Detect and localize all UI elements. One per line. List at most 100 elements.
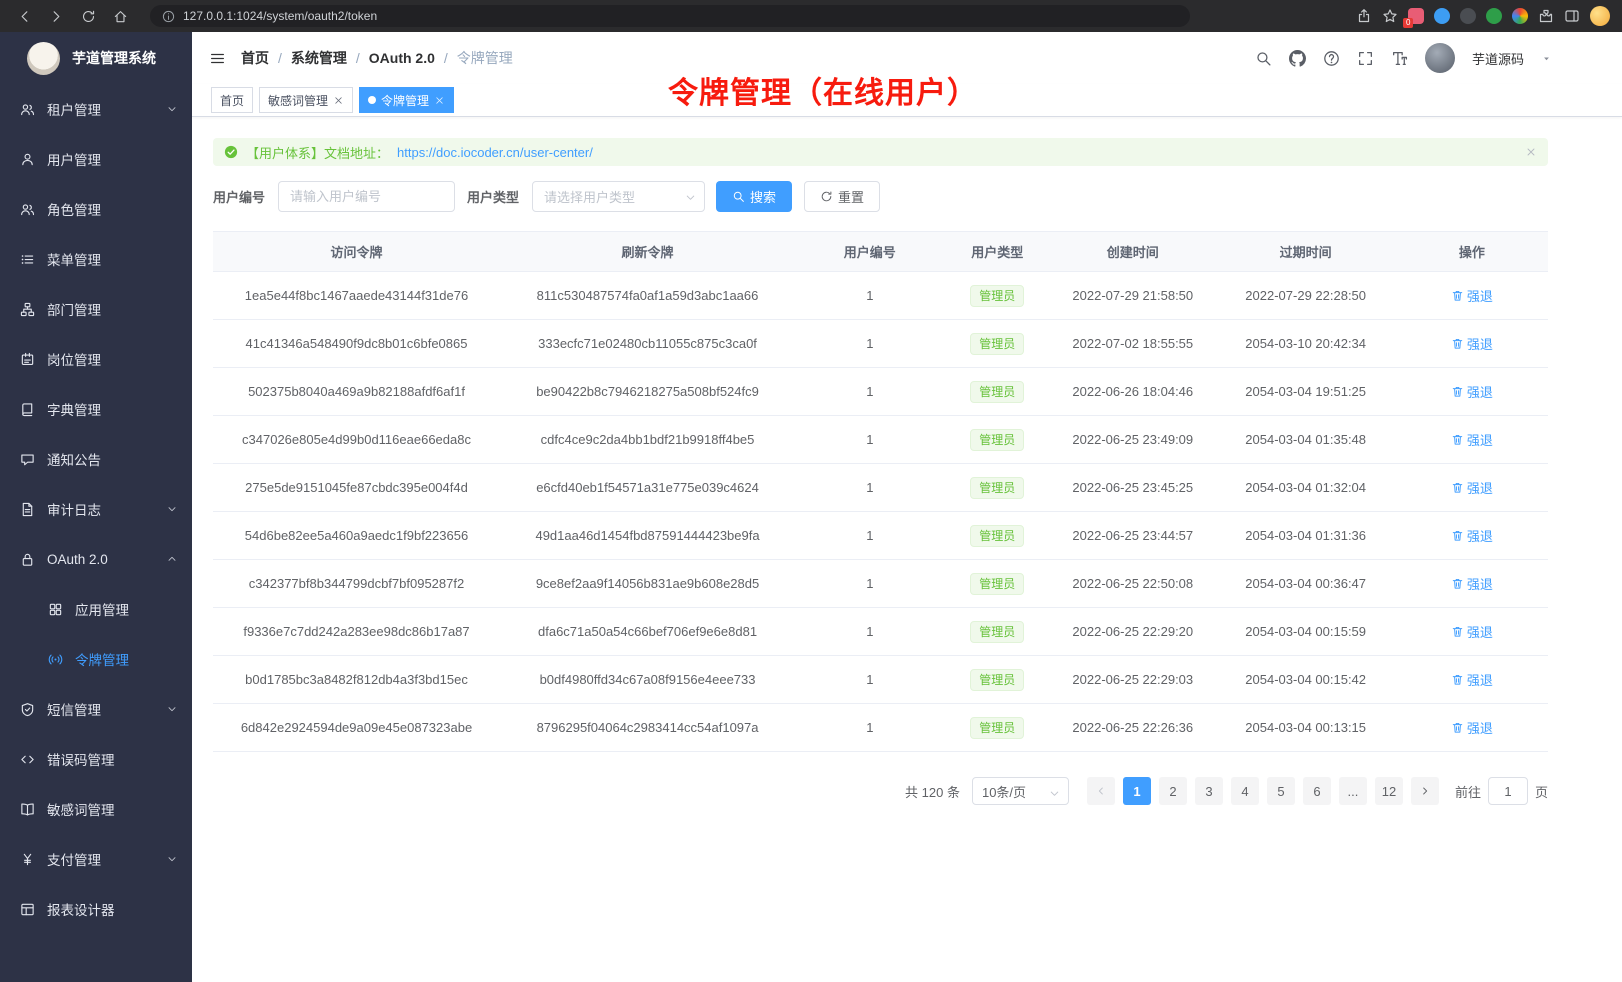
extension-blue-icon[interactable]	[1434, 8, 1450, 24]
pagination-page-button[interactable]: 2	[1159, 777, 1187, 805]
user-id-input[interactable]	[278, 181, 455, 212]
extension-green-icon[interactable]	[1486, 8, 1502, 24]
cell-refresh-token: 9ce8ef2aa9f14056b831ae9b608e28d5	[500, 560, 795, 608]
cell-user-type: 管理员	[945, 368, 1050, 416]
view-tab[interactable]: 首页	[211, 87, 253, 113]
sidebar-item-sensitive-word[interactable]: 敏感词管理	[0, 784, 192, 834]
pagination-prev-button[interactable]	[1087, 777, 1115, 805]
sidebar-item-oauth2-app[interactable]: 应用管理	[0, 584, 192, 634]
force-logout-button[interactable]: 强退	[1451, 574, 1493, 593]
sidebar-toggle-button[interactable]	[209, 50, 226, 67]
sidebar-item-dict[interactable]: 字典管理	[0, 384, 192, 434]
delete-icon	[1451, 721, 1464, 734]
view-tab[interactable]: 令牌管理	[359, 87, 454, 113]
side-panel-icon[interactable]	[1564, 8, 1580, 24]
pagination-page-button[interactable]: 1	[1123, 777, 1151, 805]
sidebar-item-dept[interactable]: 部门管理	[0, 284, 192, 334]
pagination-page-button[interactable]: 12	[1375, 777, 1403, 805]
sidebar-item-sms[interactable]: 短信管理	[0, 684, 192, 734]
forward-button[interactable]	[44, 4, 68, 28]
breadcrumb-item[interactable]: OAuth 2.0	[369, 50, 435, 66]
breadcrumb-item[interactable]: 系统管理	[291, 48, 347, 68]
force-logout-button[interactable]: 强退	[1451, 286, 1493, 305]
sidebar-item-label: 审计日志	[47, 499, 154, 519]
sidebar-item-error-code[interactable]: 错误码管理	[0, 734, 192, 784]
caret-down-icon[interactable]	[1541, 53, 1552, 64]
pagination: 共 120 条 10条/页 123456...12 前往 页	[213, 777, 1548, 805]
cell-user-id: 1	[795, 464, 945, 512]
share-icon[interactable]	[1356, 8, 1372, 24]
table-row: f9336e7c7dd242a283ee98dc86b17a87dfa6c71a…	[213, 608, 1548, 656]
force-logout-button[interactable]: 强退	[1451, 430, 1493, 449]
url-bar[interactable]: 127.0.0.1:1024/system/oauth2/token	[150, 5, 1190, 27]
font-size-icon[interactable]	[1391, 50, 1408, 67]
force-logout-button[interactable]: 强退	[1451, 622, 1493, 641]
close-icon[interactable]	[333, 95, 344, 106]
user-type-tag: 管理员	[970, 285, 1024, 307]
sidebar-item-oauth2[interactable]: OAuth 2.0	[0, 534, 192, 584]
force-logout-button[interactable]: 强退	[1451, 718, 1493, 737]
page-size-select[interactable]: 10条/页	[972, 777, 1069, 805]
pagination-more-button[interactable]: ...	[1339, 777, 1367, 805]
sidebar-item-notice[interactable]: 通知公告	[0, 434, 192, 484]
username-label[interactable]: 芋道源码	[1472, 49, 1524, 68]
table-row: 41c41346a548490f9dc8b01c6bfe0865333ecfc7…	[213, 320, 1548, 368]
force-logout-button[interactable]: 强退	[1451, 670, 1493, 689]
sidebar-item-pay[interactable]: 支付管理	[0, 834, 192, 884]
search-icon[interactable]	[1255, 50, 1272, 67]
force-logout-button[interactable]: 强退	[1451, 526, 1493, 545]
pagination-page-button[interactable]: 4	[1231, 777, 1259, 805]
app-window: 芋道管理系统 租户管理用户管理角色管理菜单管理部门管理岗位管理字典管理通知公告审…	[0, 32, 1622, 982]
sidebar-item-user[interactable]: 用户管理	[0, 134, 192, 184]
goto-page-input[interactable]	[1488, 777, 1528, 805]
reload-button[interactable]	[76, 4, 100, 28]
pagination-page-button[interactable]: 5	[1267, 777, 1295, 805]
alert-close-icon[interactable]	[1525, 146, 1537, 158]
force-logout-label: 强退	[1467, 574, 1493, 593]
bookmark-star-icon[interactable]	[1382, 8, 1398, 24]
doc-link[interactable]: https://doc.iocoder.cn/user-center/	[397, 145, 593, 160]
extension-pink-icon[interactable]: 0	[1408, 8, 1424, 24]
reset-button[interactable]: 重置	[804, 181, 880, 212]
column-header: 过期时间	[1216, 232, 1396, 272]
sidebar-item-report-designer[interactable]: 报表设计器	[0, 884, 192, 934]
home-button[interactable]	[108, 4, 132, 28]
browser-profile-avatar[interactable]	[1590, 6, 1610, 26]
close-icon[interactable]	[434, 95, 445, 106]
search-button[interactable]: 搜索	[716, 181, 792, 212]
breadcrumb-item[interactable]: 首页	[241, 48, 269, 68]
pagination-page-button[interactable]: 3	[1195, 777, 1223, 805]
search-icon	[732, 190, 745, 203]
extension-dark-icon[interactable]	[1460, 8, 1476, 24]
back-button[interactable]	[12, 4, 36, 28]
user-avatar[interactable]	[1425, 43, 1455, 73]
fullscreen-icon[interactable]	[1357, 50, 1374, 67]
column-header: 操作	[1396, 232, 1548, 272]
extension-rainbow-icon[interactable]	[1512, 8, 1528, 24]
total-count-label: 共 120 条	[905, 782, 960, 801]
user-type-tag: 管理员	[970, 429, 1024, 451]
pagination-next-button[interactable]	[1411, 777, 1439, 805]
app-logo[interactable]: 芋道管理系统	[0, 32, 192, 84]
site-info-icon[interactable]	[162, 10, 175, 23]
sidebar-item-oauth2-token[interactable]: 令牌管理	[0, 634, 192, 684]
force-logout-button[interactable]: 强退	[1451, 382, 1493, 401]
cell-actions: 强退	[1396, 464, 1548, 512]
help-icon[interactable]	[1323, 50, 1340, 67]
sidebar-item-label: 支付管理	[47, 849, 154, 869]
extensions-puzzle-icon[interactable]	[1538, 8, 1554, 24]
view-tab[interactable]: 敏感词管理	[259, 87, 353, 113]
pagination-page-button[interactable]: 6	[1303, 777, 1331, 805]
github-icon[interactable]	[1289, 50, 1306, 67]
force-logout-button[interactable]: 强退	[1451, 334, 1493, 353]
sidebar-item-post[interactable]: 岗位管理	[0, 334, 192, 384]
search-button-label: 搜索	[750, 187, 776, 206]
sidebar-item-audit-log[interactable]: 审计日志	[0, 484, 192, 534]
sidebar-item-menu[interactable]: 菜单管理	[0, 234, 192, 284]
user-type-select[interactable]: 请选择用户类型	[532, 181, 705, 212]
sidebar-item-label: 岗位管理	[47, 349, 178, 369]
sidebar-item-tenant[interactable]: 租户管理	[0, 84, 192, 134]
cell-create-time: 2022-07-02 18:55:55	[1050, 320, 1216, 368]
force-logout-button[interactable]: 强退	[1451, 478, 1493, 497]
sidebar-item-role[interactable]: 角色管理	[0, 184, 192, 234]
